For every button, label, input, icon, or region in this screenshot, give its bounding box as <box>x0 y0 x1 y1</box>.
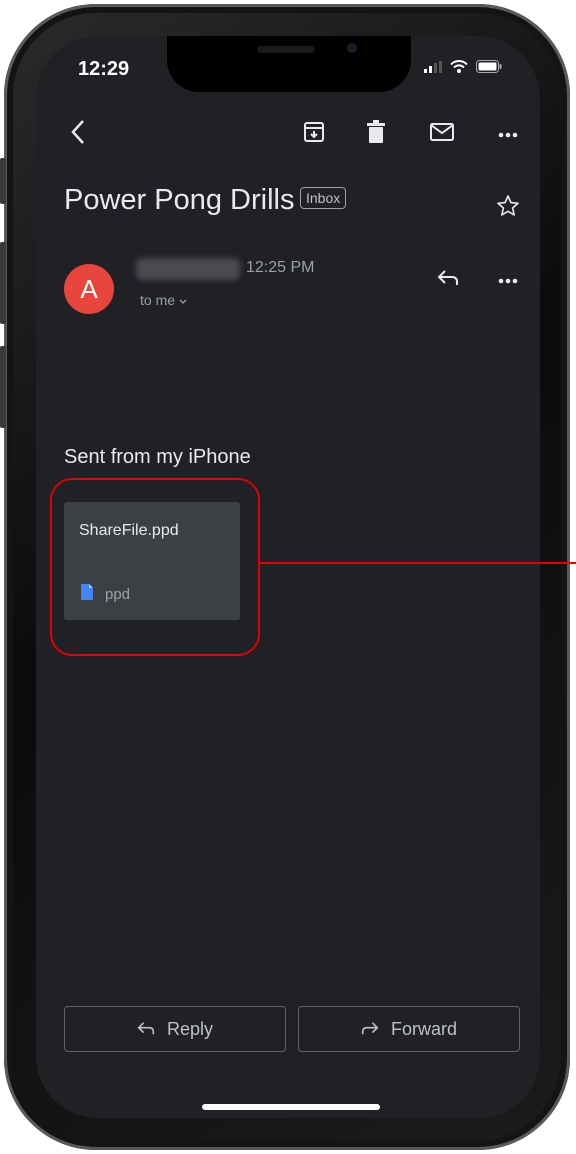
camera <box>347 43 357 53</box>
star-icon <box>496 194 520 223</box>
star-button[interactable] <box>488 188 528 228</box>
email-subject: Power Pong Drills <box>64 184 295 216</box>
reply-icon-button[interactable] <box>428 260 468 300</box>
signal-icon <box>424 60 442 78</box>
email-time: 12:25 PM <box>246 259 315 276</box>
speaker <box>257 46 315 53</box>
forward-button[interactable]: Forward <box>298 1006 520 1052</box>
volume-up-button <box>0 242 6 324</box>
forward-icon <box>361 1019 379 1040</box>
trash-icon <box>366 119 386 149</box>
mail-icon <box>430 122 454 146</box>
archive-button[interactable] <box>294 114 334 154</box>
status-icons <box>424 60 502 78</box>
email-body: Sent from my iPhone <box>64 446 251 468</box>
chevron-down-icon <box>179 292 187 308</box>
archive-icon <box>303 121 325 148</box>
mute-switch <box>0 158 6 204</box>
home-indicator[interactable] <box>202 1104 380 1110</box>
notch <box>167 36 411 92</box>
status-time: 12:29 <box>78 58 130 80</box>
attachment-highlight-annotation <box>50 478 260 656</box>
more-icon <box>498 125 518 143</box>
recipient-details-toggle[interactable]: to me <box>140 292 187 308</box>
reply-label: Reply <box>166 1018 214 1039</box>
reply-button[interactable]: Reply <box>64 1006 286 1052</box>
sender-name-redacted <box>136 258 240 280</box>
more-icon <box>498 271 518 289</box>
more-options-button[interactable] <box>488 114 528 154</box>
recipient-label: to me <box>140 292 176 308</box>
inbox-label-badge[interactable]: Inbox <box>300 187 347 209</box>
delete-button[interactable] <box>356 114 396 154</box>
annotation-pointer-line <box>258 562 576 564</box>
wifi-icon <box>450 60 468 78</box>
sender-avatar[interactable]: A <box>64 264 114 314</box>
forward-label: Forward <box>390 1018 457 1039</box>
back-icon <box>69 119 87 150</box>
reply-icon <box>137 1019 155 1040</box>
battery-icon <box>476 60 502 78</box>
message-more-button[interactable] <box>488 260 528 300</box>
reply-icon <box>437 269 459 291</box>
mark-unread-button[interactable] <box>422 114 462 154</box>
back-button[interactable] <box>58 114 98 154</box>
volume-down-button <box>0 346 6 428</box>
